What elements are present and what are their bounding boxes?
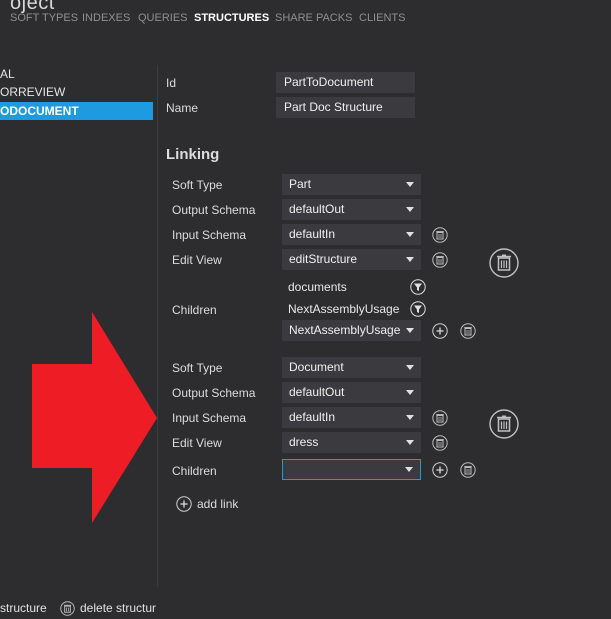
chevron-down-icon xyxy=(406,415,414,420)
tab-queries[interactable]: QUERIES xyxy=(138,12,188,24)
delete-link-trash-icon[interactable] xyxy=(489,409,519,439)
delete-structure-link[interactable]: delete structur xyxy=(80,601,156,615)
link2-child-select[interactable] xyxy=(282,459,421,480)
tab-indexes[interactable]: INDEXES xyxy=(82,12,130,24)
link1-child-select[interactable]: NextAssemblyUsage xyxy=(282,320,421,341)
chevron-down-icon xyxy=(405,467,413,472)
link2-children-label: Children xyxy=(172,464,217,478)
id-field[interactable]: PartToDocument xyxy=(276,72,415,93)
new-structure-link[interactable]: structure xyxy=(0,601,47,615)
id-label: Id xyxy=(166,76,177,90)
tab-structures[interactable]: STRUCTURES xyxy=(194,12,269,24)
link2-soft-type-label: Soft Type xyxy=(172,361,223,375)
sidebar-item-general[interactable]: AL xyxy=(0,65,153,83)
link2-soft-type-value: Document xyxy=(289,360,344,374)
link1-edit-view-value: editStructure xyxy=(289,252,358,266)
name-field[interactable]: Part Doc Structure xyxy=(276,97,415,118)
add-link-label: add link xyxy=(197,497,239,511)
trash-icon[interactable] xyxy=(60,601,75,616)
link2-output-schema-value: defaultOut xyxy=(289,385,345,399)
sidebar-item-orreview[interactable]: ORREVIEW xyxy=(0,83,153,101)
link1-child-nextassemblyusages: NextAssemblyUsages xyxy=(288,302,400,316)
name-label: Name xyxy=(166,101,199,115)
link1-soft-type-select[interactable]: Part xyxy=(282,174,421,195)
filter-icon[interactable] xyxy=(410,279,426,295)
link2-output-schema-label: Output Schema xyxy=(172,386,256,400)
link1-child-documents: documents xyxy=(288,280,347,294)
link1-output-schema-value: defaultOut xyxy=(289,202,345,216)
trash-icon[interactable] xyxy=(460,462,476,478)
trash-icon[interactable] xyxy=(432,227,448,243)
chevron-down-icon xyxy=(406,232,414,237)
link1-soft-type-label: Soft Type xyxy=(172,178,223,192)
trash-icon[interactable] xyxy=(432,410,448,426)
link2-edit-view-label: Edit View xyxy=(172,436,222,450)
tab-share-packs[interactable]: SHARE PACKS xyxy=(275,12,352,24)
trash-icon[interactable] xyxy=(460,323,476,339)
link1-output-schema-label: Output Schema xyxy=(172,203,256,217)
link1-child-select-value: NextAssemblyUsage xyxy=(289,323,401,337)
chevron-down-icon xyxy=(406,365,414,370)
link2-input-schema-label: Input Schema xyxy=(172,411,247,425)
linking-heading: Linking xyxy=(166,146,220,163)
link2-edit-view-select[interactable]: dress xyxy=(282,432,421,453)
link2-input-schema-value: defaultIn xyxy=(289,410,336,424)
link1-input-schema-select[interactable]: defaultIn xyxy=(282,224,421,245)
plus-circle-icon[interactable] xyxy=(432,323,448,339)
plus-circle-icon[interactable] xyxy=(432,462,448,478)
link1-input-schema-value: defaultIn xyxy=(289,227,336,241)
tab-clients[interactable]: CLIENTS xyxy=(359,12,405,24)
trash-icon[interactable] xyxy=(432,435,448,451)
link2-soft-type-select[interactable]: Document xyxy=(282,357,421,378)
link1-edit-view-label: Edit View xyxy=(172,253,222,267)
link1-edit-view-select[interactable]: editStructure xyxy=(282,249,421,270)
chevron-down-icon xyxy=(406,328,414,333)
chevron-down-icon xyxy=(406,207,414,212)
link2-output-schema-select[interactable]: defaultOut xyxy=(282,382,421,403)
chevron-down-icon xyxy=(406,257,414,262)
chevron-down-icon xyxy=(406,440,414,445)
delete-link-trash-icon[interactable] xyxy=(489,248,519,278)
tab-soft-types[interactable]: SOFT TYPES xyxy=(10,12,78,24)
link1-input-schema-label: Input Schema xyxy=(172,228,247,242)
link1-soft-type-value: Part xyxy=(289,177,312,191)
link1-children-label: Children xyxy=(172,303,217,317)
sidebar-item-parttodocument[interactable]: ODOCUMENT xyxy=(0,102,153,120)
chevron-down-icon xyxy=(406,390,414,395)
filter-icon[interactable] xyxy=(410,301,426,317)
link1-output-schema-select[interactable]: defaultOut xyxy=(282,199,421,220)
chevron-down-icon xyxy=(406,182,414,187)
link2-edit-view-value: dress xyxy=(289,435,319,449)
plus-circle-icon xyxy=(176,496,192,512)
trash-icon[interactable] xyxy=(432,252,448,268)
link2-input-schema-select[interactable]: defaultIn xyxy=(282,407,421,428)
red-arrow-annotation xyxy=(32,312,157,523)
